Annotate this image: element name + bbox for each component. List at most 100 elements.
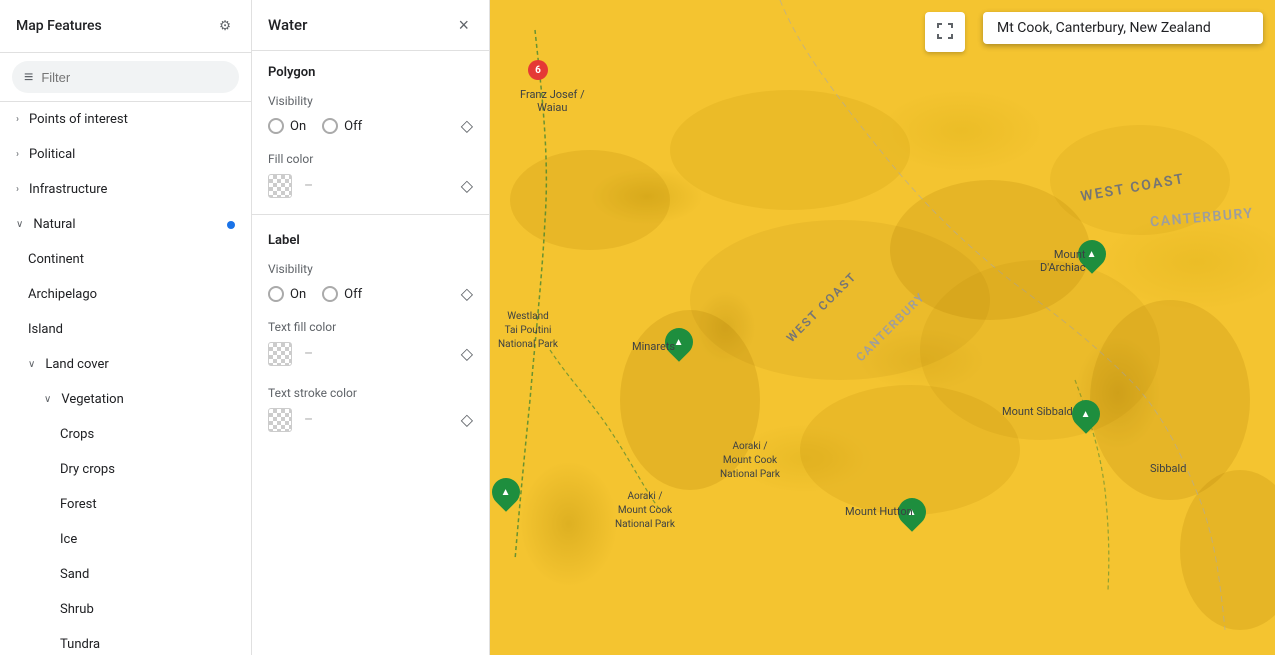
text-fill-dash: – [300, 346, 453, 362]
search-value: Mt Cook, Canterbury, New Zealand [997, 20, 1211, 36]
text-fill-diamond-button[interactable]: ◇ [461, 344, 473, 364]
road-badge-label: 6 [535, 65, 541, 76]
hutton-marker-wrap [898, 498, 926, 526]
label-visibility-radio-group: On Off [268, 286, 461, 302]
sidebar-item-land-cover[interactable]: ∨ Land cover [0, 347, 251, 382]
sidebar-item-label: Political [29, 147, 75, 162]
sidebar-item-island[interactable]: Island [0, 312, 251, 347]
sidebar-item-label: Forest [60, 497, 97, 512]
text-fill-color-swatch[interactable] [268, 342, 292, 366]
polygon-visibility-diamond-button[interactable]: ◇ [461, 116, 473, 136]
label-visibility-diamond-button[interactable]: ◇ [461, 284, 473, 304]
text-fill-color-row: – ◇ [252, 338, 489, 378]
text-stroke-color-row: – ◇ [252, 404, 489, 444]
radio-on-circle [268, 286, 284, 302]
close-button[interactable]: × [454, 14, 473, 36]
sidebar-item-label: Natural [33, 217, 75, 232]
label-visibility-off[interactable]: Off [322, 286, 362, 302]
polygon-visibility-row: On Off ◇ [252, 112, 489, 144]
polygon-visibility-off[interactable]: Off [322, 118, 362, 134]
sidebar-item-label: Dry crops [60, 462, 115, 477]
hutton-marker [892, 492, 932, 532]
polygon-visibility-radio-group: On Off [268, 118, 461, 134]
radio-off-circle [322, 286, 338, 302]
map-svg [490, 0, 1275, 655]
text-fill-color-label: Text fill color [252, 312, 489, 338]
sidebar-title: Map Features [16, 18, 102, 34]
sidebar-item-archipelago[interactable]: Archipelago [0, 277, 251, 312]
panel-header: Water × [252, 0, 489, 51]
sidebar-item-label: Crops [60, 427, 94, 442]
gear-icon: ⚙ [219, 18, 231, 34]
fill-color-row: – ◇ [252, 170, 489, 210]
fill-color-swatch[interactable] [268, 174, 292, 198]
radio-on-circle [268, 118, 284, 134]
sidebar-item-forest[interactable]: Forest [0, 487, 251, 522]
label-visibility-on[interactable]: On [268, 286, 306, 302]
on-label: On [290, 119, 306, 134]
panel-title: Water [268, 16, 307, 34]
fill-color-label: Fill color [252, 144, 489, 170]
water-detail-panel: Water × Polygon Visibility On Off ◇ Fill… [252, 0, 490, 655]
sidebar-item-label: Points of interest [29, 112, 128, 127]
polygon-visibility-on[interactable]: On [268, 118, 306, 134]
sidebar-item-label: Shrub [60, 602, 94, 617]
text-stroke-color-label: Text stroke color [252, 378, 489, 404]
sidebar-item-dry-crops[interactable]: Dry crops [0, 452, 251, 487]
sidebar-item-label: Continent [28, 252, 84, 267]
chevron-right-icon: › [16, 149, 19, 160]
label-visibility-row: On Off ◇ [252, 280, 489, 312]
sidebar-item-shrub[interactable]: Shrub [0, 592, 251, 627]
filter-icon: ≡ [24, 67, 33, 87]
fullscreen-button[interactable] [925, 12, 965, 52]
darchiac-marker-wrap [1078, 240, 1106, 268]
sidebar-item-infrastructure[interactable]: › Infrastructure [0, 172, 251, 207]
sidebar-item-label: Infrastructure [29, 182, 107, 197]
gear-button[interactable]: ⚙ [215, 14, 235, 38]
text-stroke-dash: – [300, 412, 453, 428]
sidebar: Map Features ⚙ ≡ › Points of interest › … [0, 0, 252, 655]
diamond-icon: ◇ [461, 412, 473, 429]
text-stroke-color-swatch[interactable] [268, 408, 292, 432]
divider [252, 214, 489, 215]
active-dot [227, 221, 235, 229]
diamond-icon: ◇ [461, 118, 473, 135]
text-stroke-diamond-button[interactable]: ◇ [461, 410, 473, 430]
filter-bar: ≡ [0, 53, 251, 102]
sibbald-marker [1066, 394, 1106, 434]
diamond-icon: ◇ [461, 178, 473, 195]
search-bar: Mt Cook, Canterbury, New Zealand [983, 12, 1263, 44]
sidebar-item-continent[interactable]: Continent [0, 242, 251, 277]
sidebar-item-label: Land cover [45, 357, 108, 372]
off-label: Off [344, 287, 362, 302]
sidebar-item-tundra[interactable]: Tundra [0, 627, 251, 655]
chevron-down-icon: ∨ [44, 394, 51, 405]
diamond-icon: ◇ [461, 286, 473, 303]
darchiac-marker [1072, 234, 1112, 274]
chevron-down-icon: ∨ [16, 219, 23, 230]
filter-input[interactable] [41, 70, 227, 85]
road-badge-6: 6 [528, 60, 548, 80]
sidebar-item-points-of-interest[interactable]: › Points of interest [0, 102, 251, 137]
sidebar-item-political[interactable]: › Political [0, 137, 251, 172]
filter-input-wrap: ≡ [12, 61, 239, 93]
fill-color-dash: – [300, 178, 453, 194]
radio-off-circle [322, 118, 338, 134]
sidebar-header: Map Features ⚙ [0, 0, 251, 53]
chevron-down-icon: ∨ [28, 359, 35, 370]
map-area[interactable]: 6 Franz Josef /Waiau WestlandTai Poutini… [490, 0, 1275, 655]
sidebar-item-sand[interactable]: Sand [0, 557, 251, 592]
polygon-section-label: Polygon [252, 51, 489, 86]
sidebar-item-label: Archipelago [28, 287, 97, 302]
minarets-marker-wrap [665, 328, 693, 356]
sidebar-item-label: Sand [60, 567, 89, 582]
sidebar-item-label: Island [28, 322, 63, 337]
sidebar-item-ice[interactable]: Ice [0, 522, 251, 557]
sidebar-item-natural[interactable]: ∨ Natural [0, 207, 251, 242]
visibility-label: Visibility [252, 86, 489, 112]
fill-color-diamond-button[interactable]: ◇ [461, 176, 473, 196]
sidebar-item-vegetation[interactable]: ∨ Vegetation [0, 382, 251, 417]
on-label: On [290, 287, 306, 302]
fullscreen-icon [936, 22, 954, 43]
sidebar-item-crops[interactable]: Crops [0, 417, 251, 452]
